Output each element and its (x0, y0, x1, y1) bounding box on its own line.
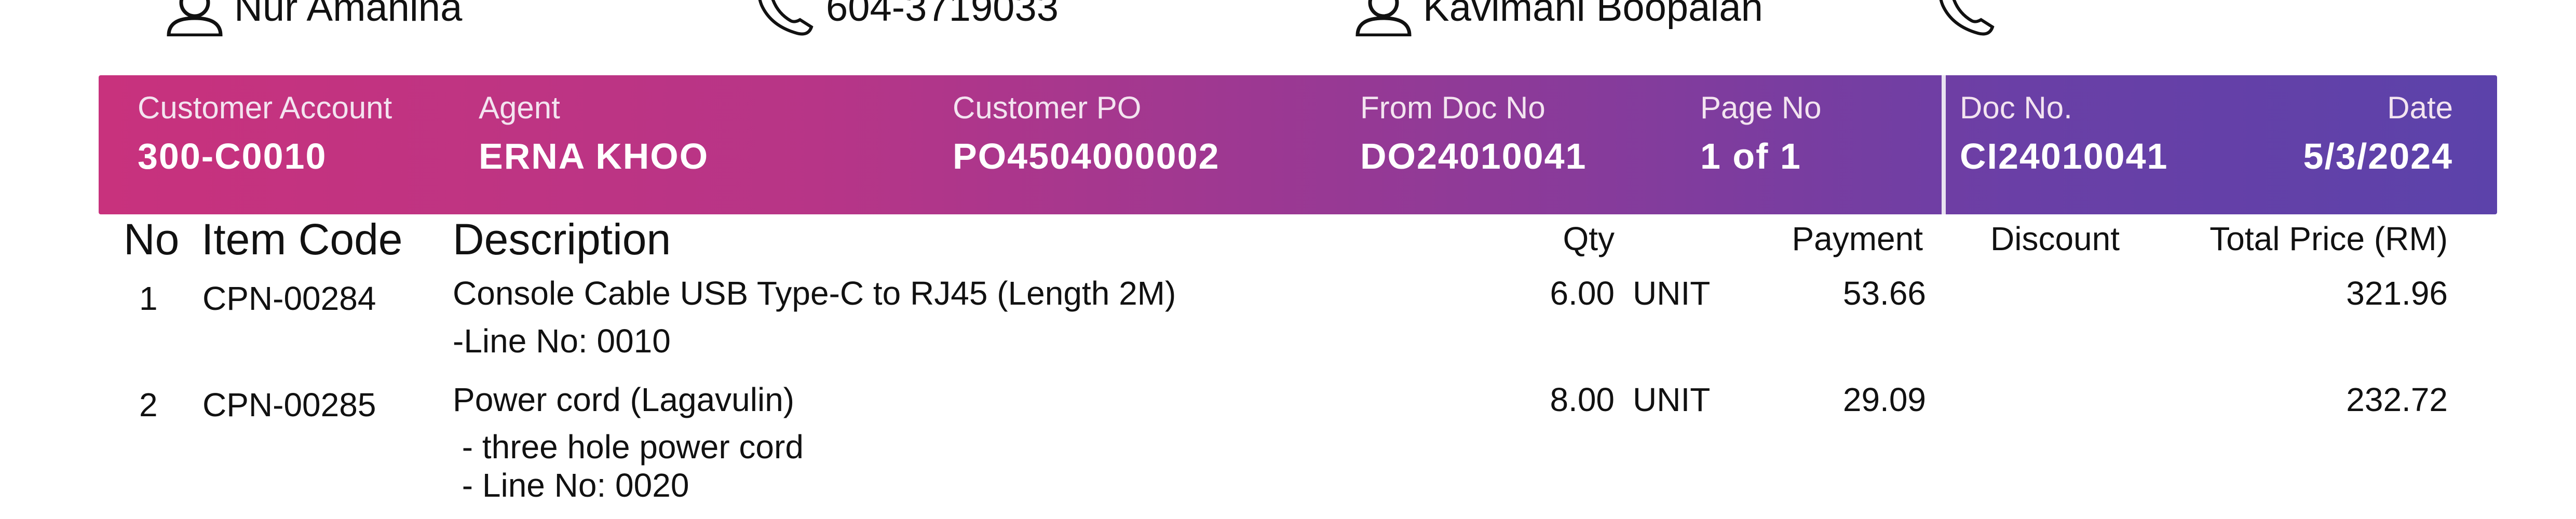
row-item-code: CPN-00284 (202, 280, 376, 317)
row-description: Power cord (Lagavulin) (453, 381, 795, 418)
person-icon (1355, 0, 1412, 36)
col-header-payment: Payment (1792, 220, 1923, 257)
contact-person-2: Kavimani Boopalan (1347, 0, 1763, 36)
col-header-qty: Qty (1563, 220, 1615, 257)
date-label: Date (2387, 90, 2453, 125)
doc-no-label: Doc No. (1960, 90, 2072, 125)
contact-phone-1: 604-3719033 (750, 0, 1059, 36)
col-header-total-price: Total Price (RM) (2209, 220, 2448, 257)
row-description: Console Cable USB Type-C to RJ45 (Length… (453, 275, 1176, 312)
row-item-code: CPN-00285 (202, 386, 376, 424)
col-header-no: No (124, 215, 180, 264)
invoice-page: Nur Amahina 604-3719033 Kavimani Boopala… (0, 0, 2576, 519)
row-total-price: 232.72 (2346, 381, 2448, 418)
person-icon (167, 0, 223, 36)
page-no-field: Page No 1 of 1 (1700, 91, 1822, 176)
row-no: 1 (139, 280, 158, 317)
band-divider (1942, 75, 1946, 214)
row-payment: 53.66 (1842, 275, 1926, 312)
row-uom: UNIT (1633, 381, 1711, 418)
agent-label: Agent (479, 90, 560, 125)
customer-account-field: Customer Account 300-C0010 (138, 91, 392, 176)
phone-icon (1939, 0, 1995, 36)
from-doc-no-label: From Doc No (1360, 90, 1545, 125)
row-uom: UNIT (1633, 275, 1711, 312)
customer-po-label: Customer PO (953, 90, 1142, 125)
customer-po-field: Customer PO PO4504000002 (953, 91, 1219, 176)
col-header-item-code: Item Code (201, 215, 403, 264)
doc-no-value: CI24010041 (1960, 136, 2168, 176)
contact-phone: 604-3719033 (826, 0, 1059, 30)
col-header-discount: Discount (1990, 220, 2120, 257)
customer-account-value: 300-C0010 (138, 136, 327, 176)
from-doc-no-value: DO24010041 (1360, 136, 1587, 176)
col-header-description: Description (453, 215, 671, 264)
date-field: Date 5/3/2024 (2303, 91, 2453, 176)
contact-person-1: Nur Amahina (158, 0, 462, 36)
row-total-price: 321.96 (2346, 275, 2448, 312)
from-doc-no-field: From Doc No DO24010041 (1360, 91, 1587, 176)
page-no-label: Page No (1700, 90, 1822, 125)
page-no-value: 1 of 1 (1700, 136, 1801, 176)
row-qty: 8.00 (1550, 381, 1615, 418)
date-value: 5/3/2024 (2303, 136, 2453, 176)
customer-po-value: PO4504000002 (953, 136, 1220, 176)
agent-value: ERNA KHOO (479, 136, 709, 176)
customer-account-label: Customer Account (138, 90, 392, 125)
row-description-line: -Line No: 0010 (453, 322, 671, 360)
contact-name: Nur Amahina (234, 0, 463, 30)
row-qty: 6.00 (1550, 275, 1615, 312)
contact-name: Kavimani Boopalan (1423, 0, 1763, 30)
doc-no-field: Doc No. CI24010041 (1960, 91, 2168, 176)
agent-field: Agent ERNA KHOO (479, 91, 709, 176)
phone-icon (758, 0, 814, 36)
row-payment: 29.09 (1842, 381, 1926, 418)
row-description-line: - three hole power cord (453, 428, 804, 466)
document-header-band: Customer Account 300-C0010 Agent ERNA KH… (99, 75, 2497, 214)
row-description-line: - Line No: 0020 (453, 467, 689, 504)
row-no: 2 (139, 386, 158, 424)
contact-phone-2 (1931, 0, 2007, 36)
